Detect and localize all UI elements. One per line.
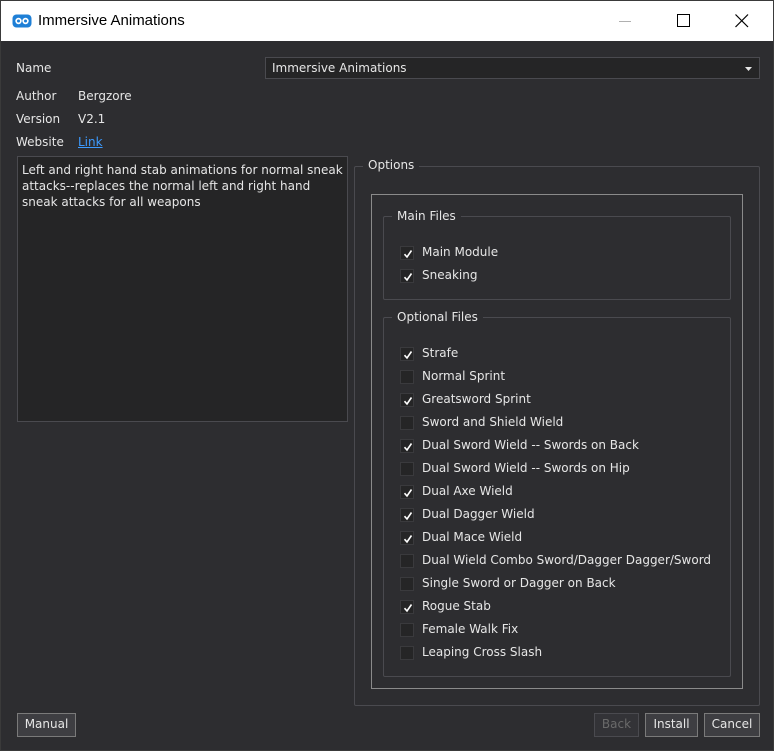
checkmark-icon xyxy=(403,273,413,282)
option-label: Normal Sprint xyxy=(422,369,506,383)
installer-window: Immersive Animations Name Immersive Anim… xyxy=(0,0,774,751)
option-label: Greatsword Sprint xyxy=(422,392,531,406)
option-label: Dual Sword Wield -- Swords on Back xyxy=(422,438,639,452)
option-label: Dual Axe Wield xyxy=(422,484,513,498)
install-button[interactable]: Install xyxy=(645,713,698,737)
option-label: Leaping Cross Slash xyxy=(422,645,543,659)
close-icon xyxy=(735,14,749,28)
maximize-button[interactable] xyxy=(656,1,714,41)
checkmark-icon xyxy=(403,397,413,406)
option-label: Strafe xyxy=(422,346,459,360)
checkbox[interactable] xyxy=(400,269,414,283)
checkmark-icon xyxy=(403,604,413,613)
minimize-button[interactable] xyxy=(598,1,656,41)
author-label: Author xyxy=(16,89,57,103)
description-box[interactable]: Left and right hand stab animations for … xyxy=(17,156,348,422)
description-text: Left and right hand stab animations for … xyxy=(22,163,343,209)
checkbox[interactable] xyxy=(400,393,414,407)
mo2-icon xyxy=(12,13,32,29)
checkmark-icon xyxy=(403,535,413,544)
checkbox[interactable] xyxy=(400,416,414,430)
checkbox[interactable] xyxy=(400,646,414,660)
option-label: Dual Sword Wield -- Swords on Hip xyxy=(422,461,630,475)
checkbox[interactable] xyxy=(400,508,414,522)
version-value: V2.1 xyxy=(78,112,106,126)
checkbox[interactable] xyxy=(400,485,414,499)
option-label: Sneaking xyxy=(422,268,478,282)
checkbox[interactable] xyxy=(400,347,414,361)
checkbox[interactable] xyxy=(400,246,414,260)
close-button[interactable] xyxy=(714,1,772,41)
minimize-icon xyxy=(619,21,631,22)
checkbox[interactable] xyxy=(400,600,414,614)
checkbox[interactable] xyxy=(400,531,414,545)
author-value: Bergzore xyxy=(78,89,132,103)
checkmark-icon xyxy=(403,489,413,498)
checkmark-icon xyxy=(403,351,413,360)
checkmark-icon xyxy=(403,512,413,521)
website-link[interactable]: Link xyxy=(78,135,103,149)
name-dropdown-value: Immersive Animations xyxy=(272,61,407,75)
checkbox[interactable] xyxy=(400,462,414,476)
option-label: Female Walk Fix xyxy=(422,622,519,636)
optional-files-legend: Optional Files xyxy=(392,310,483,324)
option-label: Main Module xyxy=(422,245,499,259)
chevron-down-icon xyxy=(745,67,752,71)
back-button[interactable]: Back xyxy=(594,713,639,737)
maximize-icon xyxy=(677,14,690,27)
title-bar[interactable]: Immersive Animations xyxy=(1,1,773,41)
version-label: Version xyxy=(16,112,61,126)
option-label: Dual Wield Combo Sword/Dagger Dagger/Swo… xyxy=(422,553,712,567)
website-label: Website xyxy=(16,135,64,149)
option-label: Single Sword or Dagger on Back xyxy=(422,576,616,590)
checkbox[interactable] xyxy=(400,439,414,453)
option-label: Dual Dagger Wield xyxy=(422,507,535,521)
name-dropdown[interactable]: Immersive Animations xyxy=(265,57,760,79)
checkbox[interactable] xyxy=(400,623,414,637)
checkmark-icon xyxy=(403,443,413,452)
option-label: Rogue Stab xyxy=(422,599,491,613)
checkbox[interactable] xyxy=(400,577,414,591)
checkbox[interactable] xyxy=(400,370,414,384)
name-label: Name xyxy=(16,61,52,75)
option-label: Dual Mace Wield xyxy=(422,530,523,544)
window-title: Immersive Animations xyxy=(38,12,185,29)
cancel-button[interactable]: Cancel xyxy=(704,713,760,737)
checkmark-icon xyxy=(403,250,413,259)
options-legend: Options xyxy=(363,158,420,172)
checkbox[interactable] xyxy=(400,554,414,568)
manual-button[interactable]: Manual xyxy=(17,713,76,737)
option-label: Sword and Shield Wield xyxy=(422,415,564,429)
main-files-legend: Main Files xyxy=(392,209,461,223)
